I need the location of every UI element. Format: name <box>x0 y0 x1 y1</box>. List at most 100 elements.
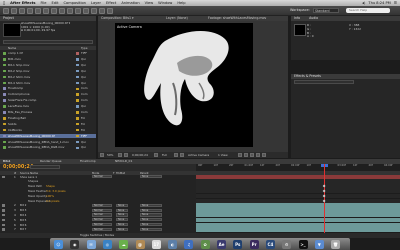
layer-name[interactable]: Bit 7 <box>20 227 26 232</box>
project-item[interactable]: Bit-2 hdmi.mov Qui <box>0 75 96 80</box>
dock-trash-icon[interactable]: 🗑 <box>331 239 341 249</box>
dock-system-prefs-icon[interactable]: ⚙ <box>282 239 292 249</box>
dock-finder-icon[interactable]: ☺ <box>54 239 63 249</box>
property-track[interactable] <box>196 184 400 189</box>
fast-previews-icon[interactable] <box>244 153 248 157</box>
workspace-select[interactable]: Standard <box>313 8 339 13</box>
eraser-tool-icon[interactable] <box>91 7 97 14</box>
volume-icon[interactable]: ◂) <box>362 1 365 5</box>
layer-duration-bar[interactable] <box>196 174 400 179</box>
label-color-swatch[interactable] <box>76 63 79 67</box>
visibility-eye-icon[interactable] <box>2 228 5 231</box>
blend-mode-select[interactable]: Normal <box>92 175 112 179</box>
hand-tool-icon[interactable] <box>11 7 17 14</box>
view-layout-select[interactable]: 1 View <box>218 152 228 158</box>
menu-view[interactable]: View <box>145 1 154 5</box>
mask-tool-icon[interactable] <box>51 7 57 14</box>
label-color-swatch[interactable] <box>76 111 79 114</box>
help-search-input[interactable]: Search Help <box>346 8 390 13</box>
dock-cinema4d-icon[interactable]: C4 <box>265 239 275 249</box>
dock-photoshop-icon[interactable]: Ps <box>233 239 243 249</box>
property-track[interactable] <box>196 193 400 199</box>
dock-ical-icon[interactable]: 17 <box>151 239 161 249</box>
project-item[interactable]: Solids Fol <box>0 122 96 127</box>
playhead[interactable] <box>324 163 325 233</box>
selection-tool-icon[interactable] <box>3 7 9 14</box>
visibility-eye-icon[interactable] <box>2 213 5 217</box>
layer-property-row[interactable]: Mask Opacity 100% <box>0 194 196 199</box>
parent-select[interactable]: None <box>140 223 162 227</box>
dock-mail-icon[interactable]: ✉ <box>86 239 96 249</box>
layer-duration-bar[interactable] <box>196 227 400 232</box>
dock-iphoto-icon[interactable]: ✿ <box>200 239 210 249</box>
track-matte-select[interactable]: None <box>116 203 128 208</box>
camera-view-select[interactable]: Active Camera <box>188 152 209 158</box>
menu-file[interactable]: File <box>41 1 47 5</box>
dock-safari-icon[interactable]: ◎ <box>102 239 112 249</box>
dock-dashboard-icon[interactable]: ◉ <box>70 239 80 249</box>
pan-behind-tool-icon[interactable] <box>43 7 49 14</box>
dock-after-effects-icon[interactable]: Ae <box>217 239 226 249</box>
project-item[interactable]: Bit-1 hmp.mov Qui <box>0 63 96 68</box>
parent-select[interactable]: None <box>140 218 162 222</box>
label-color-swatch[interactable] <box>76 58 79 61</box>
effects-presets-tab[interactable]: Effects & Presets <box>291 74 400 79</box>
project-item[interactable]: CLIBlocks Fol <box>0 128 96 133</box>
flowchart-icon[interactable] <box>256 153 260 157</box>
info-tab[interactable]: Info <box>294 16 300 20</box>
layer-row[interactable]: 5 Bit 5 Normal None None <box>0 218 196 223</box>
timeline-search-input[interactable] <box>30 165 60 169</box>
property-track[interactable] <box>196 179 400 184</box>
label-color-swatch[interactable] <box>76 128 79 132</box>
project-item[interactable]: shoeWithLacesMoving_00000.tif TIFF <box>0 133 96 139</box>
clock[interactable]: Thu 8:24 PM <box>368 1 390 5</box>
timeline-icon[interactable] <box>250 153 254 157</box>
project-search-input[interactable] <box>3 40 93 44</box>
track-matte-select[interactable]: None <box>116 227 128 232</box>
track-matte-select[interactable]: None <box>116 208 128 212</box>
project-item[interactable]: Bit-2 hmp.mov Qui <box>0 69 96 74</box>
spotlight-icon[interactable]: ☰ <box>394 1 397 5</box>
magnification-select[interactable]: 50% <box>107 152 113 158</box>
effects-search-input[interactable] <box>294 80 354 84</box>
toggle-switches-modes-button[interactable]: Toggle Switches / Modes <box>80 233 114 238</box>
layer-duration-bar[interactable] <box>196 222 400 227</box>
project-item[interactable]: Bit-4 hdmi.mov Qui <box>0 81 96 86</box>
menu-animation[interactable]: Animation <box>121 1 139 5</box>
transparency-grid-icon[interactable] <box>180 153 184 157</box>
dock-downloads-icon[interactable]: ▼ <box>314 239 324 249</box>
dock-premiere-icon[interactable]: Pr <box>249 239 259 249</box>
layer-duration-bar[interactable] <box>196 208 400 213</box>
dock-address-book-icon[interactable]: @ <box>135 239 145 249</box>
layer-duration-bar[interactable] <box>196 203 400 208</box>
project-item[interactable]: ColCompCurve Com <box>0 92 96 97</box>
pen-tool-icon[interactable] <box>59 7 65 14</box>
label-color-swatch[interactable] <box>76 81 79 85</box>
label-color-swatch[interactable] <box>76 52 79 55</box>
visibility-eye-icon[interactable] <box>2 223 5 226</box>
track-matte-select[interactable]: None <box>116 213 128 217</box>
dock-terminal-icon[interactable]: >_ <box>298 239 308 249</box>
mask-visibility-icon[interactable] <box>124 153 128 157</box>
project-tab[interactable]: Project <box>0 16 96 21</box>
menu-effect[interactable]: Effect <box>106 1 116 5</box>
roto-brush-tool-icon[interactable] <box>99 7 105 14</box>
label-color-swatch[interactable] <box>76 105 79 108</box>
label-color-swatch[interactable] <box>76 69 79 73</box>
property-name[interactable]: Mask Opacity <box>28 194 47 199</box>
zoom-tool-icon[interactable] <box>19 7 25 14</box>
project-item[interactable]: Bits_Ess_Process Com <box>0 110 96 115</box>
menu-layer[interactable]: Layer <box>91 1 101 5</box>
menu-composition[interactable]: Composition <box>63 1 85 5</box>
project-item[interactable]: Floating Ball Fol <box>0 116 96 121</box>
exposure-icon[interactable] <box>262 153 266 157</box>
label-color-swatch[interactable] <box>76 87 79 91</box>
blend-mode-select[interactable]: Normal <box>92 218 112 222</box>
dock-preview-icon[interactable]: ◐ <box>168 239 178 249</box>
snapshot-icon[interactable] <box>154 153 158 157</box>
track-matte-select[interactable]: None <box>116 218 128 222</box>
label-color-swatch[interactable] <box>76 117 79 120</box>
blend-mode-select[interactable]: Normal <box>92 227 112 232</box>
blend-mode-select[interactable]: Normal <box>92 203 112 208</box>
label-color-swatch[interactable] <box>76 146 79 150</box>
